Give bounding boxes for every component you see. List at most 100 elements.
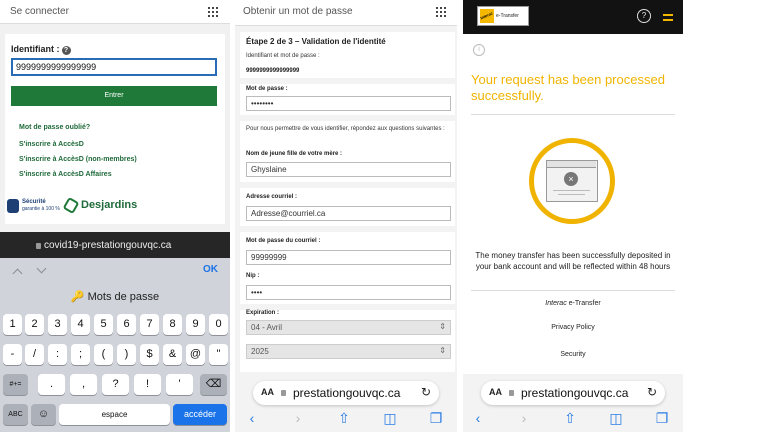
lock-icon (36, 243, 41, 249)
key[interactable]: " (209, 344, 228, 365)
badge-line1: Sécurité (22, 199, 46, 205)
info-icon: i (473, 44, 485, 56)
etransfer-link[interactable]: Interac e-Transfer (463, 300, 683, 307)
back-icon[interactable]: ‹ (245, 410, 259, 426)
forgot-password-link[interactable]: Mot de passe oublié? (19, 124, 90, 131)
register-accesd-link[interactable]: S'inscrire à AccèsD (19, 141, 84, 148)
key[interactable]: 5 (94, 314, 113, 335)
login-card: Identifiant :? 9999999999999999 Entrer M… (5, 34, 225, 224)
key[interactable]: ! (134, 374, 161, 395)
url-pill[interactable]: AA prestationgouvqc.ca ↻ (481, 381, 665, 405)
backspace-icon[interactable]: ⌫ (200, 374, 227, 395)
key[interactable]: & (163, 344, 182, 365)
expiry-year-select[interactable]: 2025 ⇕ (246, 344, 451, 359)
expiry-month-select[interactable]: 04 - Avril ⇕ (246, 320, 451, 335)
abc-key[interactable]: ABC (3, 404, 28, 425)
key[interactable]: . (38, 374, 65, 395)
key[interactable]: 0 (209, 314, 228, 335)
top-bar: Interac e-Transfer ? (463, 0, 683, 34)
brand-name: Desjardins (81, 199, 138, 211)
email-label: Adresse courriel : (246, 194, 298, 200)
key[interactable]: : (48, 344, 67, 365)
safari-address-bar[interactable]: AA prestationgouvqc.ca ↻ (463, 381, 683, 405)
identifier-input[interactable]: 9999999999999999 (11, 58, 217, 76)
divider (240, 226, 455, 232)
privacy-policy-link[interactable]: Privacy Policy (463, 324, 683, 331)
reader-aa-button[interactable]: AA (489, 387, 502, 397)
divider (240, 115, 455, 121)
reload-icon[interactable]: ↻ (421, 385, 431, 399)
key[interactable]: ) (117, 344, 136, 365)
bookmarks-icon[interactable]: ◫ (609, 410, 623, 426)
key[interactable]: 3 (48, 314, 67, 335)
address-bar[interactable]: covid19-prestationgouvqc.ca (0, 232, 230, 258)
share-icon[interactable]: ⇧ (337, 410, 351, 426)
key[interactable]: , (70, 374, 97, 395)
safari-toolbar: ‹ › ⇧ ◫ ❐ (235, 410, 457, 430)
identifier-label: Identifiant :? (11, 44, 71, 55)
register-business-link[interactable]: S'inscrire à AccèsD Affaires (19, 171, 112, 178)
key[interactable]: 4 (71, 314, 90, 335)
email-password-field[interactable]: 99999999 (246, 250, 451, 265)
safari-toolbar: ‹ › ⇧ ◫ ❐ (463, 410, 683, 430)
security-badge: Sécurité garantie à 100 % (7, 198, 65, 214)
key[interactable]: ; (71, 344, 90, 365)
reload-icon[interactable]: ↻ (647, 385, 657, 399)
space-key[interactable]: espace (59, 404, 170, 425)
expiry-label: Expiration : (246, 310, 280, 316)
logo-text: e-Transfer (496, 13, 519, 19)
email-password-label: Mot de passe du courriel : (246, 238, 321, 244)
reader-aa-button[interactable]: AA (261, 387, 274, 397)
url-text: covid19-prestationgouvqc.ca (44, 240, 172, 251)
key[interactable]: $ (140, 344, 159, 365)
key[interactable]: 9 (186, 314, 205, 335)
browser-window-icon: × (546, 160, 598, 202)
divider (471, 290, 675, 291)
help-icon[interactable]: ? (637, 9, 651, 23)
chevron-up-icon[interactable] (12, 268, 23, 279)
submit-button[interactable]: Entrer (11, 86, 217, 106)
url-pill[interactable]: AA prestationgouvqc.ca ↻ (253, 381, 439, 405)
bookmarks-icon[interactable]: ◫ (383, 410, 397, 426)
key[interactable]: ( (94, 344, 113, 365)
help-circle-icon[interactable]: ? (61, 46, 71, 55)
hamburger-menu-icon[interactable] (663, 14, 673, 21)
go-key[interactable]: accéder (173, 404, 227, 425)
forward-icon[interactable]: › (291, 410, 305, 426)
key[interactable]: / (25, 344, 44, 365)
security-link[interactable]: Security (463, 351, 683, 358)
symbols-key[interactable]: #+= (3, 374, 28, 395)
tabs-icon[interactable]: ❐ (429, 410, 443, 426)
tabs-icon[interactable]: ❐ (655, 410, 669, 426)
register-nonmember-link[interactable]: S'inscrire à AccèsD (non-membres) (19, 156, 137, 163)
key[interactable]: ? (102, 374, 129, 395)
key[interactable]: ' (166, 374, 193, 395)
key[interactable]: - (3, 344, 22, 365)
desjardins-login-panel: Se connecter Identifiant :? 999999999999… (0, 0, 230, 432)
share-icon[interactable]: ⇧ (563, 410, 577, 426)
pin-field[interactable]: •••• (246, 285, 451, 300)
key[interactable]: 1 (3, 314, 22, 335)
success-content: i Your request has been processed succes… (463, 34, 683, 374)
email-field[interactable]: Adresse@courriel.ca (246, 206, 451, 221)
key[interactable]: 8 (163, 314, 182, 335)
chevron-down-icon[interactable] (36, 263, 47, 274)
autofill-suggestion[interactable]: 🔑 Mots de passe (0, 290, 230, 303)
divider (240, 182, 455, 188)
maiden-label: Nom de jeune fille de votre mère : (246, 151, 343, 157)
apps-grid-icon[interactable] (208, 7, 218, 17)
back-icon[interactable]: ‹ (471, 410, 485, 426)
key[interactable]: @ (186, 344, 205, 365)
maiden-name-field[interactable]: Ghyslaine (246, 162, 451, 177)
emoji-icon[interactable]: ☺ (31, 404, 56, 425)
password-field[interactable]: •••••••• (246, 96, 451, 111)
id-value: 9999999999999999 (246, 68, 300, 74)
safari-address-bar[interactable]: AA prestationgouvqc.ca ↻ (235, 381, 457, 405)
key[interactable]: 7 (140, 314, 159, 335)
identity-form: Étape 2 de 3 – Validation de l'identité … (240, 32, 455, 372)
key[interactable]: 6 (117, 314, 136, 335)
apps-grid-icon[interactable] (436, 7, 446, 17)
key[interactable]: 2 (25, 314, 44, 335)
forward-icon[interactable]: › (517, 410, 531, 426)
keyboard-ok-button[interactable]: OK (203, 264, 218, 275)
